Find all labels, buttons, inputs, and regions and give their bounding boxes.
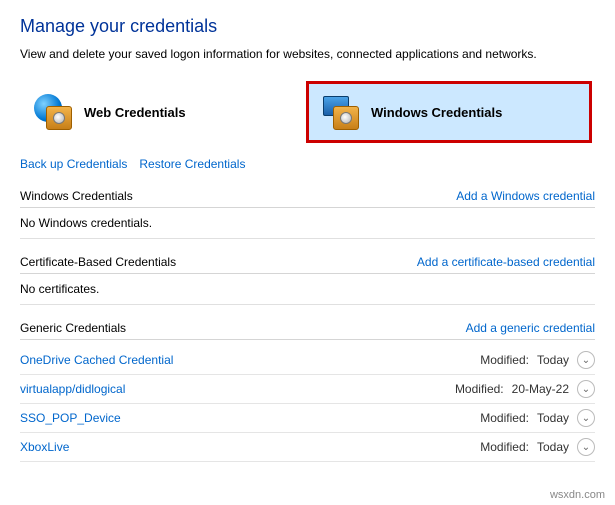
add-generic-credential-link[interactable]: Add a generic credential	[466, 321, 595, 335]
tab-windows-credentials[interactable]: Windows Credentials	[306, 81, 592, 143]
modified-value: Today	[537, 411, 569, 425]
modified-value: Today	[537, 440, 569, 454]
action-links: Back up Credentials Restore Credentials	[20, 157, 595, 171]
add-cert-credential-link[interactable]: Add a certificate-based credential	[417, 255, 595, 269]
credential-name[interactable]: OneDrive Cached Credential	[20, 353, 173, 367]
modified-value: 20-May-22	[512, 382, 569, 396]
credential-row[interactable]: virtualapp/didlogical Modified: 20-May-22 ⌄	[20, 375, 595, 404]
credential-name[interactable]: XboxLive	[20, 440, 69, 454]
modified-label: Modified:	[455, 382, 504, 396]
section-windows-credentials: Windows Credentials Add a Windows creden…	[20, 189, 595, 239]
watermark: wsxdn.com	[550, 489, 605, 501]
tab-web-label: Web Credentials	[84, 105, 186, 120]
section-generic-title: Generic Credentials	[20, 321, 126, 335]
tab-windows-label: Windows Credentials	[371, 105, 502, 120]
credential-row[interactable]: SSO_POP_Device Modified: Today ⌄	[20, 404, 595, 433]
backup-credentials-link[interactable]: Back up Credentials	[20, 157, 127, 171]
modified-label: Modified:	[480, 440, 529, 454]
tab-web-credentials[interactable]: Web Credentials	[20, 81, 306, 143]
page-subtitle: View and delete your saved logon informa…	[20, 47, 595, 61]
web-credentials-icon	[34, 94, 76, 130]
windows-empty-message: No Windows credentials.	[20, 214, 595, 239]
add-windows-credential-link[interactable]: Add a Windows credential	[456, 189, 595, 203]
section-windows-title: Windows Credentials	[20, 189, 133, 203]
section-cert-credentials: Certificate-Based Credentials Add a cert…	[20, 255, 595, 305]
modified-label: Modified:	[480, 353, 529, 367]
credential-row[interactable]: XboxLive Modified: Today ⌄	[20, 433, 595, 462]
windows-credentials-icon	[321, 94, 363, 130]
page-title: Manage your credentials	[20, 16, 595, 37]
modified-value: Today	[537, 353, 569, 367]
credential-tabs: Web Credentials Windows Credentials	[20, 81, 595, 143]
credential-row[interactable]: OneDrive Cached Credential Modified: Today…	[20, 346, 595, 375]
chevron-down-icon[interactable]: ⌄	[577, 409, 595, 427]
credential-name[interactable]: SSO_POP_Device	[20, 411, 121, 425]
chevron-down-icon[interactable]: ⌄	[577, 351, 595, 369]
restore-credentials-link[interactable]: Restore Credentials	[139, 157, 245, 171]
modified-label: Modified:	[480, 411, 529, 425]
section-generic-credentials: Generic Credentials Add a generic creden…	[20, 321, 595, 462]
credential-name[interactable]: virtualapp/didlogical	[20, 382, 125, 396]
section-cert-title: Certificate-Based Credentials	[20, 255, 176, 269]
cert-empty-message: No certificates.	[20, 280, 595, 305]
chevron-down-icon[interactable]: ⌄	[577, 438, 595, 456]
chevron-down-icon[interactable]: ⌄	[577, 380, 595, 398]
